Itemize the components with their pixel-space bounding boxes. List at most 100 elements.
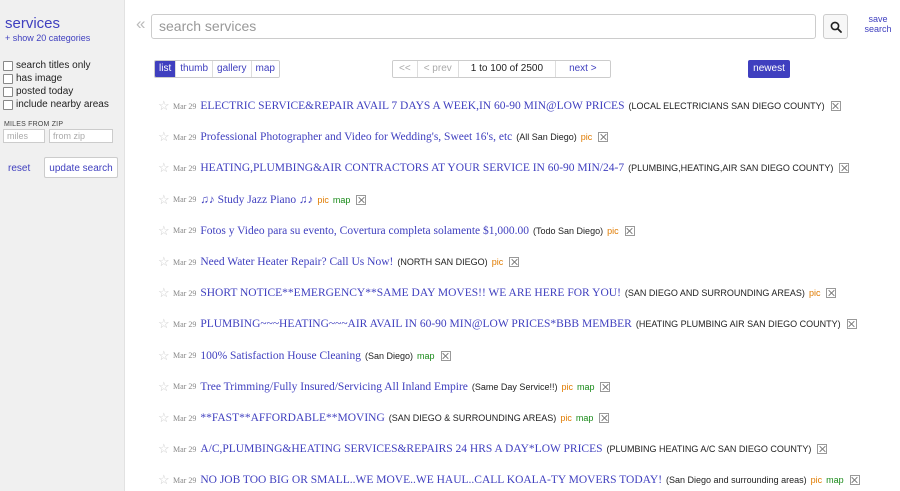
listing-title-link[interactable]: 100% Satisfaction House Cleaning	[200, 350, 361, 362]
favorite-star-icon[interactable]: ☆	[158, 348, 173, 364]
pagination: << < prev 1 to 100 of 2500 next >	[392, 60, 611, 78]
list-item: ☆ Mar 29 100% Satisfaction House Cleaning(…	[158, 348, 451, 364]
list-item: ☆ Mar 29 Fotos y Video para su evento, Cov…	[158, 223, 635, 239]
search-input[interactable]: search services	[151, 14, 816, 39]
pic-tag: pic	[808, 288, 821, 299]
map-link[interactable]: map	[333, 195, 351, 205]
hide-listing-icon[interactable]	[624, 225, 635, 236]
filter-label: has image	[16, 73, 63, 84]
map-link[interactable]: map	[826, 475, 844, 485]
sort-newest-button[interactable]: newest	[748, 60, 790, 78]
listing-date: Mar 29	[173, 413, 197, 423]
pic-tag: pic	[560, 413, 572, 423]
filter-search-titles-only[interactable]: search titles only	[3, 59, 90, 72]
listing-title-link[interactable]: Fotos y Video para su evento, Covertura …	[200, 225, 529, 237]
listing-title-link[interactable]: Need Water Heater Repair? Call Us Now!	[200, 256, 393, 268]
pic-tag: pic	[491, 257, 504, 267]
tab-list[interactable]: list	[155, 61, 177, 77]
favorite-star-icon[interactable]: ☆	[158, 223, 173, 239]
hide-listing-icon[interactable]	[600, 381, 611, 392]
hide-listing-icon[interactable]	[830, 101, 841, 111]
next-page-button[interactable]: next >	[556, 61, 610, 77]
listing-location: (San Diego)	[364, 350, 414, 361]
listing-title-link[interactable]: ♫♪ Study Jazz Piano ♫♪	[200, 194, 313, 206]
collapse-sidebar-icon[interactable]: «	[136, 14, 145, 34]
listing-location: (San Diego and surrounding areas)	[666, 475, 807, 486]
listing-title-link[interactable]: Professional Photographer and Video for …	[200, 131, 512, 143]
listing-title-link[interactable]: PLUMBING~~~HEATING~~~AIR AVAIL IN 60-90 …	[200, 318, 632, 330]
filter-posted-today[interactable]: posted today	[3, 85, 73, 98]
favorite-star-icon[interactable]: ☆	[158, 379, 173, 395]
miles-input[interactable]: miles	[3, 129, 45, 143]
listing-location: (LOCAL ELECTRICIANS SAN DIEGO COUNTY)	[628, 101, 825, 111]
checkbox[interactable]	[3, 73, 13, 84]
listing-title-link[interactable]: **FAST**AFFORDABLE**MOVING	[200, 412, 384, 424]
tab-map[interactable]: map	[251, 61, 279, 77]
favorite-star-icon[interactable]: ☆	[158, 160, 173, 176]
filter-has-image[interactable]: has image	[3, 72, 62, 85]
result-range: 1 to 100 of 2500	[458, 61, 557, 77]
favorite-star-icon[interactable]: ☆	[158, 410, 173, 426]
zip-input[interactable]: from zip	[49, 129, 113, 143]
list-item: ☆ Mar 29 **FAST**AFFORDABLE**MOVING (SAN DI…	[158, 410, 610, 426]
show-categories-link[interactable]: + show 20 categories	[5, 33, 90, 43]
map-link[interactable]: map	[576, 413, 594, 423]
hide-listing-icon[interactable]	[440, 350, 451, 361]
favorite-star-icon[interactable]: ☆	[158, 254, 173, 270]
tab-gallery[interactable]: gallery	[213, 61, 252, 77]
favorite-star-icon[interactable]: ☆	[158, 472, 173, 488]
checkbox[interactable]	[3, 86, 13, 97]
filter-label: posted today	[16, 86, 74, 97]
favorite-star-icon[interactable]: ☆	[158, 316, 173, 332]
map-link[interactable]: map	[417, 351, 435, 361]
update-search-button[interactable]: update search	[44, 157, 118, 178]
hide-listing-icon[interactable]	[846, 319, 857, 330]
first-page-button[interactable]: <<	[393, 61, 418, 77]
reset-link[interactable]: reset	[8, 163, 30, 174]
listing-location: (PLUMBING HEATING A/C SAN DIEGO COUNTY)	[606, 444, 812, 455]
tab-thumb[interactable]: thumb	[176, 61, 214, 77]
search-button[interactable]	[823, 14, 848, 39]
favorite-star-icon[interactable]: ☆	[158, 129, 173, 145]
hide-listing-icon[interactable]	[509, 257, 520, 267]
category-title[interactable]: services	[5, 15, 60, 32]
list-item: ☆ Mar 29 PLUMBING~~~HEATING~~~AIR AVAIL IN…	[158, 316, 857, 332]
listing-title-link[interactable]: A/C,PLUMBING&HEATING SERVICES&REPAIRS 24…	[200, 443, 602, 455]
prev-page-button[interactable]: < prev	[417, 61, 459, 77]
listing-title-link[interactable]: ELECTRIC SERVICE&REPAIR AVAIL 7 DAYS A W…	[200, 100, 624, 112]
listing-title-link[interactable]: HEATING,PLUMBING&AIR CONTRACTORS AT YOUR…	[200, 162, 624, 174]
listing-title-link[interactable]: SHORT NOTICE**EMERGENCY**SAME DAY MOVES!…	[200, 287, 621, 299]
hide-listing-icon[interactable]	[599, 413, 610, 423]
listing-date: Mar 29	[173, 288, 197, 298]
listing-date: Mar 29	[173, 226, 197, 236]
list-item: ☆ Mar 29 A/C,PLUMBING&HEATING SERVICES&REP…	[158, 441, 828, 457]
favorite-star-icon[interactable]: ☆	[158, 441, 173, 457]
hide-listing-icon[interactable]	[826, 288, 837, 299]
listing-date: Mar 29	[173, 382, 197, 392]
pic-tag: pic	[810, 475, 823, 486]
listing-date: Mar 29	[173, 163, 197, 173]
favorite-star-icon[interactable]: ☆	[158, 192, 173, 208]
listing-title-link[interactable]: NO JOB TOO BIG OR SMALL..WE MOVE..WE HAU…	[200, 474, 662, 486]
filter-include-nearby-areas[interactable]: include nearby areas	[3, 98, 109, 111]
save-search-link[interactable]: save search	[858, 14, 898, 34]
listing-date: Mar 29	[173, 319, 197, 329]
hide-listing-icon[interactable]	[598, 132, 609, 143]
list-item: ☆ Mar 29 HEATING,PLUMBING&AIR CONTRACTORS …	[158, 160, 850, 176]
favorite-star-icon[interactable]: ☆	[158, 285, 173, 301]
checkbox[interactable]	[3, 99, 13, 110]
listing-date: Mar 29	[173, 132, 197, 142]
listing-location: (Todo San Diego)	[533, 225, 604, 236]
list-item: ☆ Mar 29 ♫♪ Study Jazz Piano ♫♪ pic map	[158, 192, 367, 208]
filter-label: search titles only	[16, 60, 91, 71]
listing-date: Mar 29	[173, 101, 197, 111]
favorite-star-icon[interactable]: ☆	[158, 98, 173, 114]
listing-title-link[interactable]: Tree Trimming/Fully Insured/Servicing Al…	[200, 381, 468, 393]
map-link[interactable]: map	[577, 382, 595, 392]
hide-listing-icon[interactable]	[849, 475, 860, 486]
hide-listing-icon[interactable]	[839, 163, 850, 174]
checkbox[interactable]	[3, 60, 13, 71]
list-item: ☆ Mar 29 Need Water Heater Repair? Call Us…	[158, 254, 520, 270]
hide-listing-icon[interactable]	[817, 444, 828, 455]
hide-listing-icon[interactable]	[356, 194, 367, 205]
